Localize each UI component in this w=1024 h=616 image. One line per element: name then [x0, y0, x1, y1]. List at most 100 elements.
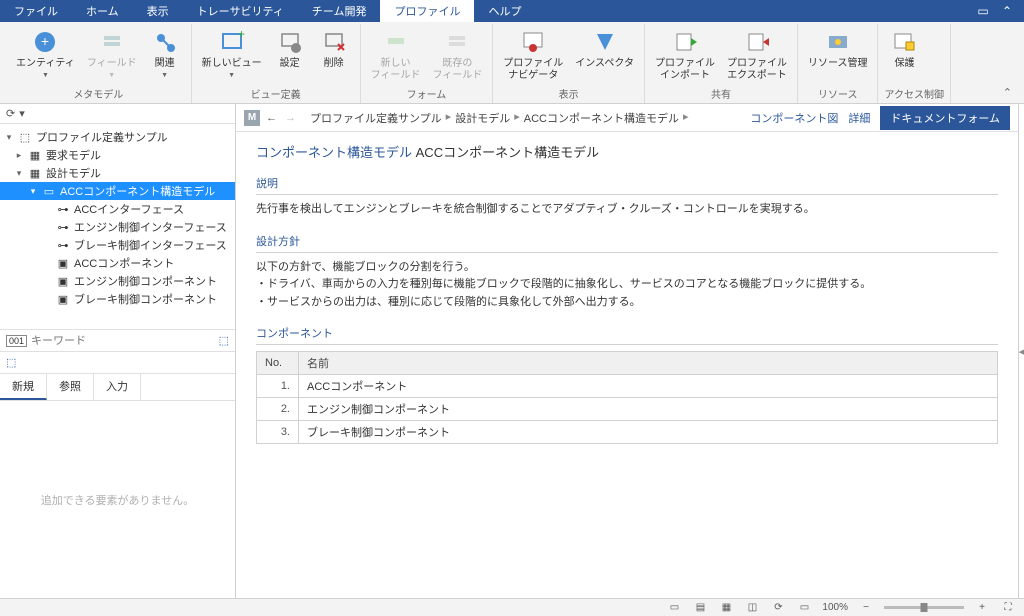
search-input[interactable] [31, 335, 215, 347]
ribbon-inspector-button[interactable]: インスペクタ [571, 26, 638, 72]
comp-icon: ▣ [56, 257, 70, 269]
tree-node[interactable]: ▸▦要求モデル [0, 146, 235, 164]
ribbon-group: 新しい フィールド既存の フィールドフォーム [361, 24, 494, 103]
window-collapse-icon[interactable]: ⌃ [1000, 4, 1014, 18]
tree-node[interactable]: ⊶エンジン制御インターフェース [0, 218, 235, 236]
ribbon-newfield-button: 新しい フィールド [367, 26, 425, 84]
sidebar-tab-0[interactable]: 新規 [0, 374, 47, 400]
ribbon-collapse-icon[interactable]: ⌃ [997, 82, 1018, 103]
sidebar-toolbar: ⟳ ▾ [0, 104, 235, 124]
sidebar: ⟳ ▾ ▾⬚プロファイル定義サンプル▸▦要求モデル▾▦設計モデル▾▭ACCコンポ… [0, 104, 236, 598]
ribbon-group-label: フォーム [367, 86, 487, 103]
view-detail[interactable]: 詳細 [848, 110, 870, 126]
statusbar-view5-icon[interactable]: ⟳ [770, 602, 786, 613]
nav-back-icon[interactable]: ← [266, 112, 277, 124]
tree-root[interactable]: ▾⬚プロファイル定義サンプル [0, 128, 235, 146]
ribbon: +エンティティ▼フィールド▼関連▼メタモデル+新しいビュー▼設定削除ビュー定義新… [0, 22, 1024, 104]
col-no[interactable]: No. [257, 352, 299, 375]
tag-icon[interactable]: ⬚ [6, 357, 16, 369]
svg-text:+: + [41, 33, 49, 49]
ribbon-protect-button[interactable]: 保護 [884, 26, 924, 72]
menu-tab-2[interactable]: 表示 [133, 0, 183, 22]
refresh-icon[interactable]: ⟳ [6, 107, 15, 120]
newview-icon: + [218, 28, 246, 56]
table-row[interactable]: 3.ブレーキ制御コンポーネント [257, 421, 998, 444]
menu-tab-4[interactable]: チーム開発 [298, 0, 381, 22]
statusbar-view1-icon[interactable]: ▭ [666, 602, 682, 613]
zoom-out-button[interactable]: − [858, 602, 874, 613]
sidebar-tab-1[interactable]: 参照 [47, 374, 94, 400]
breadcrumb-segment[interactable]: ACCコンポーネント構造モデル [524, 110, 679, 126]
menu-tab-1[interactable]: ホーム [72, 0, 133, 22]
statusbar-view6-icon[interactable]: ▭ [796, 602, 812, 613]
comp-icon: ▣ [56, 293, 70, 305]
ribbon-settings-button[interactable]: 設定 [270, 26, 310, 72]
tree-node[interactable]: ⊶ブレーキ制御インターフェース [0, 236, 235, 254]
view-document-form[interactable]: ドキュメントフォーム [880, 106, 1010, 130]
ribbon-resmgr-button[interactable]: リソース管理 [804, 26, 872, 72]
ribbon-profilenav-button[interactable]: プロファイル ナビゲータ [499, 26, 567, 84]
ribbon-pexport-button[interactable]: プロファイル エクスポート [723, 26, 791, 84]
sidebar-tab-2[interactable]: 入力 [94, 374, 141, 400]
relation-icon [151, 28, 179, 56]
menu-tab-6[interactable]: ヘルプ [474, 0, 535, 22]
ribbon-label: プロファイル ナビゲータ [503, 58, 563, 82]
tree-node[interactable]: ⊶ACCインターフェース [0, 200, 235, 218]
zoom-in-button[interactable]: + [974, 602, 990, 613]
view-component-diagram[interactable]: コンポーネント図 [750, 110, 838, 126]
tree-node[interactable]: ▣ブレーキ制御コンポーネント [0, 290, 235, 308]
nav-fwd-icon[interactable]: → [285, 112, 296, 124]
section-body: 以下の方針で、機能ブロックの分割を行う。 ・ドライバ、車両からの入力を種別毎に機… [256, 259, 998, 312]
dropdown-icon[interactable]: ▾ [19, 107, 25, 120]
tree-label: ACCコンポーネント構造モデル [60, 183, 215, 199]
right-panel-toggle[interactable]: ◂ [1018, 104, 1024, 598]
statusbar-view2-icon[interactable]: ▤ [692, 602, 708, 613]
chevron-right-icon: ▸ [683, 110, 689, 126]
ribbon-label: 保護 [894, 58, 914, 70]
col-name[interactable]: 名前 [299, 352, 998, 375]
entity-icon: + [31, 28, 59, 56]
breadcrumb-segment[interactable]: 設計モデル [455, 110, 510, 126]
statusbar-view4-icon[interactable]: ◫ [744, 602, 760, 613]
section-components: コンポーネント No. 名前 1.ACCコンポーネント2.エンジン制御コンポーネ… [256, 325, 998, 444]
ribbon-group: +エンティティ▼フィールド▼関連▼メタモデル [6, 24, 192, 103]
breadcrumb-segment[interactable]: プロファイル定義サンプル [310, 110, 442, 126]
menu-tab-5[interactable]: プロファイル [380, 0, 474, 22]
ribbon-group-label: ビュー定義 [198, 86, 354, 103]
chevron-right-icon: ▸ [446, 110, 452, 126]
ribbon-field-button: フィールド▼ [83, 26, 141, 81]
search-action-icon[interactable]: ⬚ [219, 334, 229, 347]
comp-icon: ▣ [56, 275, 70, 287]
protect-icon [890, 28, 918, 56]
model-icon: ▭ [42, 185, 56, 197]
zoom-slider[interactable] [884, 606, 964, 609]
statusbar-view3-icon[interactable]: ▦ [718, 602, 734, 613]
fit-icon[interactable]: ⛶ [1000, 602, 1016, 613]
ribbon-newview-button[interactable]: +新しいビュー▼ [198, 26, 266, 81]
tree: ▾⬚プロファイル定義サンプル▸▦要求モデル▾▦設計モデル▾▭ACCコンポーネント… [0, 124, 235, 329]
tree-label: エンジン制御インターフェース [74, 219, 227, 235]
sidebar-empty-message: 追加できる要素がありません。 [0, 400, 235, 598]
tree-node[interactable]: ▾▦設計モデル [0, 164, 235, 182]
table-row[interactable]: 2.エンジン制御コンポーネント [257, 398, 998, 421]
tree-node[interactable]: ▾▭ACCコンポーネント構造モデル [0, 182, 235, 200]
ribbon-label: プロファイル エクスポート [727, 58, 787, 82]
table-row[interactable]: 1.ACCコンポーネント [257, 375, 998, 398]
ribbon-group-label: リソース [804, 86, 872, 103]
menu-tab-0[interactable]: ファイル [0, 0, 72, 22]
ribbon-relation-button[interactable]: 関連▼ [145, 26, 185, 81]
tree-node[interactable]: ▣エンジン制御コンポーネント [0, 272, 235, 290]
cell-no: 3. [257, 421, 299, 444]
menu-tab-3[interactable]: トレーサビリティ [183, 0, 298, 22]
dropdown-icon: ▼ [161, 72, 168, 79]
ribbon-label: エンティティ [16, 58, 75, 70]
document-title: コンポーネント構造モデル ACCコンポーネント構造モデル [256, 142, 998, 161]
ribbon-entity-button[interactable]: +エンティティ▼ [12, 26, 79, 81]
ribbon-pimport-button[interactable]: プロファイル インポート [651, 26, 719, 84]
tree-node[interactable]: ▣ACCコンポーネント [0, 254, 235, 272]
ribbon-delete-button[interactable]: 削除 [314, 26, 354, 72]
ribbon-group: 保護アクセス制御 [878, 24, 951, 103]
window-minimize-icon[interactable]: ▭ [976, 4, 990, 18]
cell-name: ブレーキ制御コンポーネント [299, 421, 998, 444]
sidebar-tabs: 新規参照入力 [0, 373, 235, 400]
